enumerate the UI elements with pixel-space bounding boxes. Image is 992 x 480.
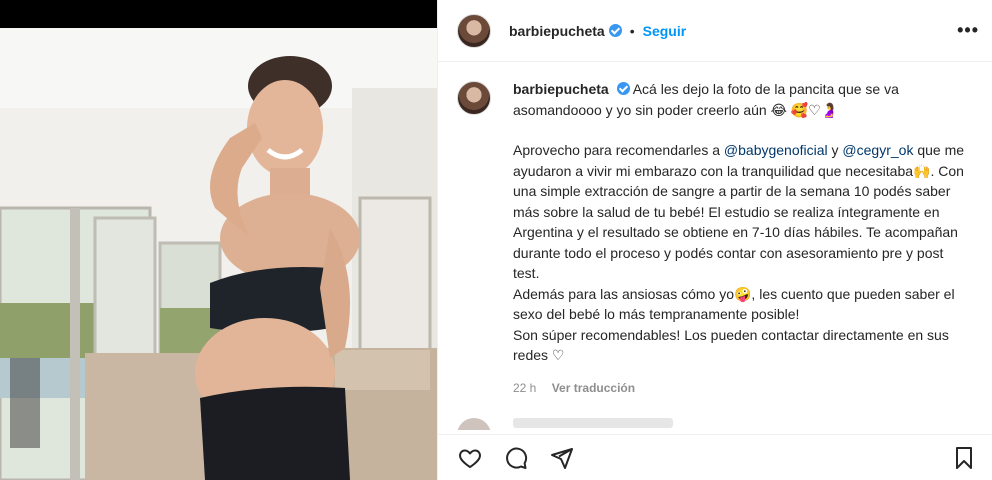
next-comment-text (513, 418, 673, 428)
author-username[interactable]: barbiepucheta (509, 23, 605, 39)
caption-p2a: Aprovecho para recomendarles a (513, 142, 724, 158)
post-time[interactable]: 22 h (513, 381, 536, 395)
caption-text: barbiepucheta Acá les dejo la foto de la… (513, 79, 973, 398)
more-options-icon[interactable]: ••• (957, 20, 979, 41)
post-photo[interactable] (0, 0, 437, 480)
caption-p2b: y (827, 142, 843, 158)
caption-p3: Además para las ansiosas cómo yo🤪, les c… (513, 285, 955, 323)
photo-illustration (0, 28, 437, 480)
post-header: barbiepucheta • Seguir ••• (438, 0, 992, 62)
caption-verified-icon (616, 82, 630, 95)
verified-icon (608, 24, 622, 37)
caption-p4: Son súper recomendables! Los pueden cont… (513, 326, 949, 364)
next-comment-peek (457, 418, 977, 430)
share-icon[interactable] (549, 445, 575, 471)
caption-p2c: que me ayudaron a vivir mi embarazo con … (513, 142, 965, 281)
bookmark-icon[interactable] (951, 445, 977, 471)
heart-icon[interactable] (457, 445, 483, 471)
next-comment-avatar (457, 418, 491, 430)
comment-icon[interactable] (503, 445, 529, 471)
see-translation-link[interactable]: Ver traducción (552, 381, 635, 395)
mention-babygen[interactable]: @babygenoficial (724, 142, 828, 158)
post-sidebar: barbiepucheta • Seguir ••• barbiepucheta… (437, 0, 992, 480)
caption-username[interactable]: barbiepucheta (513, 81, 609, 97)
mention-cegyr[interactable]: @cegyr_ok (842, 142, 913, 158)
caption-meta: 22 h Ver traducción (513, 378, 973, 399)
action-bar (438, 434, 992, 480)
caption-block: barbiepucheta Acá les dejo la foto de la… (457, 79, 977, 398)
follow-button[interactable]: Seguir (643, 23, 687, 39)
author-avatar[interactable] (457, 13, 491, 48)
separator-dot: • (629, 22, 635, 39)
photo-top-bar (0, 0, 437, 28)
caption-avatar[interactable] (457, 81, 491, 115)
